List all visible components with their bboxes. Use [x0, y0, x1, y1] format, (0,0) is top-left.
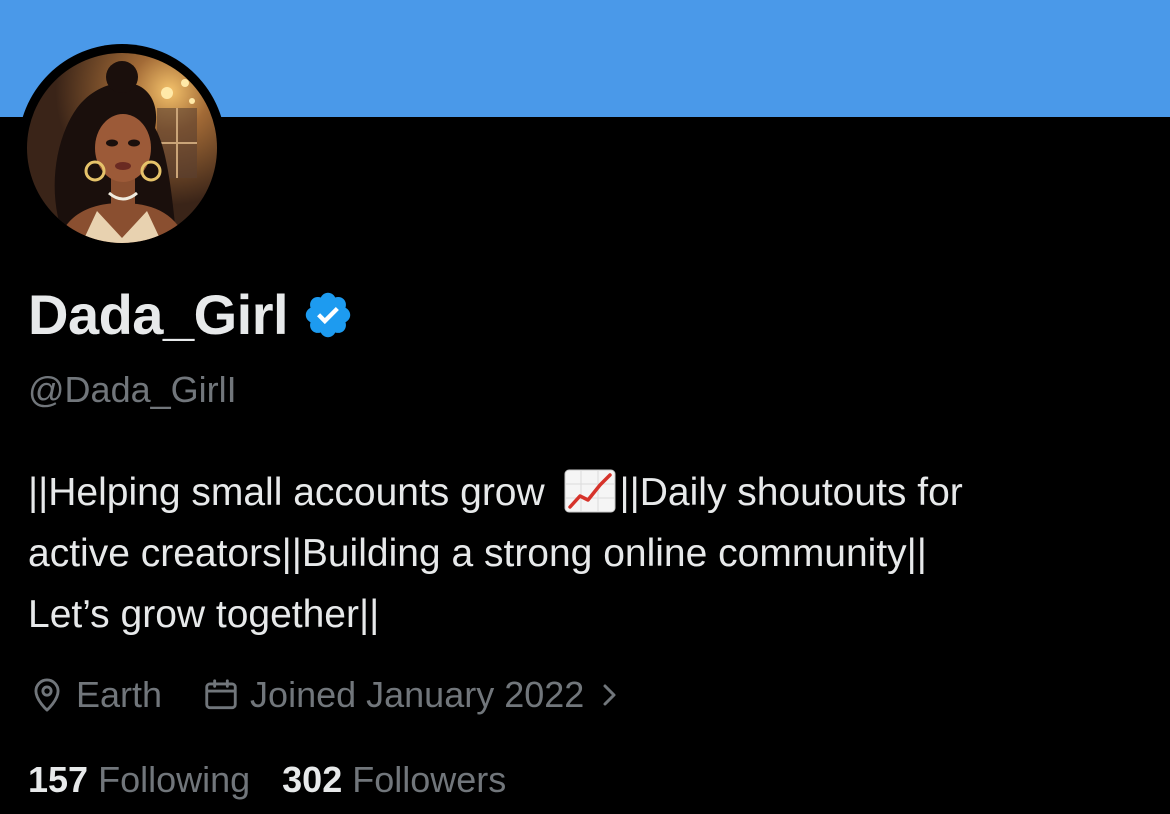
- verified-badge-icon[interactable]: [302, 289, 354, 341]
- avatar-ring: [18, 44, 226, 252]
- followers-label: Followers: [352, 759, 507, 800]
- bio-line-1-part-1: ||Helping small accounts grow: [28, 471, 556, 514]
- profile-bio: ||Helping small accounts grow ||Daily sh…: [28, 462, 1138, 645]
- chevron-right-icon[interactable]: [598, 680, 622, 710]
- bio-line-1: ||Helping small accounts grow ||Daily sh…: [28, 462, 1138, 523]
- display-name-row: Dada_Girl: [28, 280, 354, 350]
- location-pin-icon: [34, 678, 60, 712]
- display-name: Dada_Girl: [28, 283, 289, 346]
- bio-line-1-part-2: ||Daily shoutouts for: [619, 471, 963, 514]
- chart-increasing-emoji: [564, 469, 615, 513]
- location-text: Earth: [76, 674, 163, 715]
- joined-item[interactable]: Joined January 2022: [202, 674, 622, 716]
- followers-link[interactable]: 302 Followers: [282, 759, 506, 801]
- bio-line-2: active creators||Building a strong onlin…: [28, 532, 927, 575]
- following-link[interactable]: 157 Following: [28, 759, 250, 801]
- calendar-icon: [205, 679, 237, 710]
- profile-page: Dada_Girl @Dada_GirlI ||Helping small ac…: [0, 0, 1170, 814]
- profile-meta-row: Earth Joined January 2022: [28, 668, 622, 722]
- joined-text: Joined January 2022: [250, 674, 585, 715]
- following-label: Following: [98, 759, 251, 800]
- following-count: 157: [28, 759, 89, 800]
- follow-stats-row: 157 Following 302 Followers: [28, 754, 506, 806]
- bio-line-3: Let’s grow together||: [28, 593, 380, 636]
- location-item: Earth: [28, 674, 162, 716]
- profile-handle: @Dada_GirlI: [28, 369, 237, 410]
- avatar-illustration: [27, 53, 217, 243]
- avatar[interactable]: [27, 53, 217, 243]
- followers-count: 302: [282, 759, 343, 800]
